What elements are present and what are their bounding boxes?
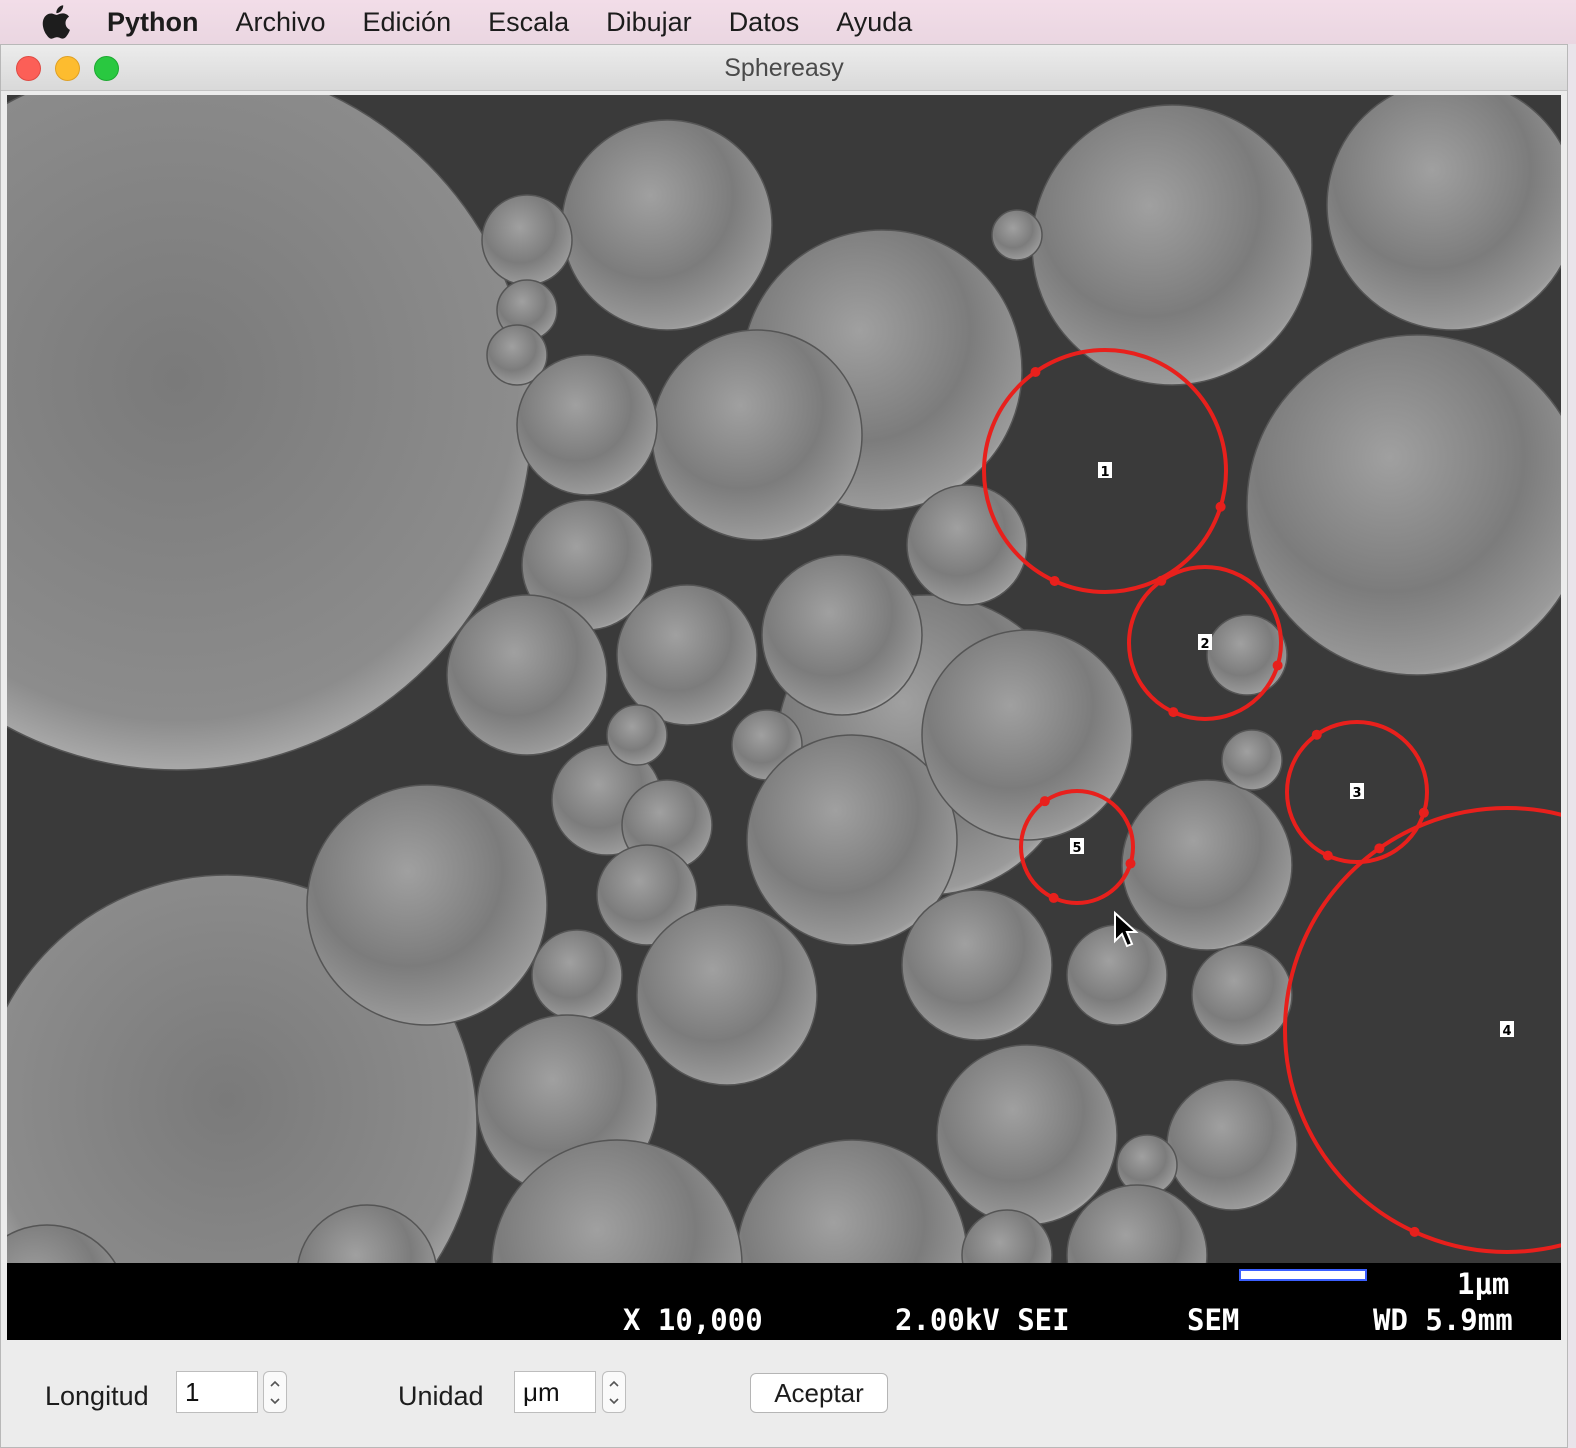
apple-icon[interactable] xyxy=(36,0,76,44)
chevron-down-icon[interactable] xyxy=(609,1396,619,1406)
annotation-number: 3 xyxy=(1352,786,1361,801)
title-bar[interactable]: Sphereasy xyxy=(1,45,1567,91)
voltage-mode-text: 2.00kV SEI xyxy=(895,1303,1070,1337)
measurement-point[interactable] xyxy=(1030,366,1041,377)
sphere-particle xyxy=(651,329,863,541)
unit-label: Unidad xyxy=(398,1381,484,1411)
measurement-point[interactable] xyxy=(1272,660,1283,671)
measurement-point[interactable] xyxy=(1039,796,1050,807)
window-title: Sphereasy xyxy=(724,54,844,82)
image-canvas[interactable]: 1 2 3 4 5 1μm X 10,000 2.00kV SEI SEM WD 5.9… xyxy=(7,95,1561,1340)
working-distance-text: WD 5.9mm xyxy=(1373,1303,1513,1337)
length-stepper[interactable] xyxy=(263,1371,287,1413)
annotation-number: 5 xyxy=(1072,841,1081,856)
sphere-particle xyxy=(901,889,1053,1041)
sphere-particle xyxy=(1121,779,1293,951)
measurement-point[interactable] xyxy=(1418,807,1429,818)
sphere-particle xyxy=(616,584,758,726)
measurement-point[interactable] xyxy=(1168,707,1179,718)
magnification-text: X 10,000 xyxy=(623,1303,763,1337)
chevron-up-icon[interactable] xyxy=(609,1379,619,1389)
sem-info-bar: 1μm X 10,000 2.00kV SEI SEM WD 5.9mm xyxy=(7,1263,1561,1340)
chevron-down-icon[interactable] xyxy=(270,1396,280,1406)
sphere-particle xyxy=(1166,1079,1298,1211)
unit-field[interactable]: μm xyxy=(514,1371,596,1413)
measurement-point[interactable] xyxy=(1374,843,1385,854)
annotation-number: 2 xyxy=(1200,637,1209,652)
menu-archivo[interactable]: Archivo xyxy=(236,0,326,44)
length-field[interactable]: 1 xyxy=(176,1371,258,1413)
chevron-up-icon[interactable] xyxy=(270,1379,280,1389)
measurement-point[interactable] xyxy=(1215,501,1226,512)
scale-label: 1μm xyxy=(1457,1267,1510,1301)
measurement-point[interactable] xyxy=(1125,858,1136,869)
annotation-number: 4 xyxy=(1502,1024,1511,1039)
sphere-particle xyxy=(531,929,623,1021)
sphere-particle xyxy=(991,209,1043,261)
measurement-point[interactable] xyxy=(1311,729,1322,740)
unit-stepper[interactable] xyxy=(602,1371,626,1413)
sem-image: 1 2 3 4 5 xyxy=(7,95,1561,1263)
sphere-particle xyxy=(306,784,548,1026)
sphere-particle xyxy=(481,194,573,286)
sphere-particle xyxy=(561,119,773,331)
measurement-point[interactable] xyxy=(1048,892,1059,903)
menu-ayuda[interactable]: Ayuda xyxy=(836,0,912,44)
sphere-particle xyxy=(516,354,658,496)
sphere-particle xyxy=(636,904,818,1086)
sphere-particle xyxy=(1191,944,1293,1046)
sphere-particle xyxy=(1221,729,1283,791)
length-label: Longitud xyxy=(45,1381,149,1411)
sphere-particle xyxy=(936,1044,1118,1226)
menu-dibujar[interactable]: Dibujar xyxy=(606,0,692,44)
sphere-particle xyxy=(446,594,608,756)
sphere-particle xyxy=(606,704,668,766)
menu-app-python[interactable]: Python xyxy=(107,0,199,44)
scale-controls: Longitud 1 Unidad μm Aceptar xyxy=(1,1341,1567,1447)
accept-button[interactable]: Aceptar xyxy=(750,1373,888,1413)
annotation-number: 1 xyxy=(1100,465,1109,480)
menu-escala[interactable]: Escala xyxy=(488,0,569,44)
measurement-point[interactable] xyxy=(1156,575,1167,586)
menu-edicion[interactable]: Edición xyxy=(363,0,452,44)
instrument-text: SEM xyxy=(1187,1303,1240,1337)
scale-bar xyxy=(1239,1269,1367,1281)
sphere-particle xyxy=(761,554,923,716)
measurement-point[interactable] xyxy=(1049,576,1060,587)
measurement-point[interactable] xyxy=(1409,1226,1420,1237)
menu-bar: Python Archivo Edición Escala Dibujar Da… xyxy=(0,0,1576,44)
measurement-point[interactable] xyxy=(1322,850,1333,861)
app-window: Sphereasy 1 2 3 4 5 1μm X 10,000 2.00kV SEI … xyxy=(0,44,1568,1448)
menu-datos[interactable]: Datos xyxy=(729,0,800,44)
sphere-particle xyxy=(1206,614,1288,696)
sphere-particle xyxy=(1031,104,1313,386)
sphere-particle xyxy=(921,629,1133,841)
